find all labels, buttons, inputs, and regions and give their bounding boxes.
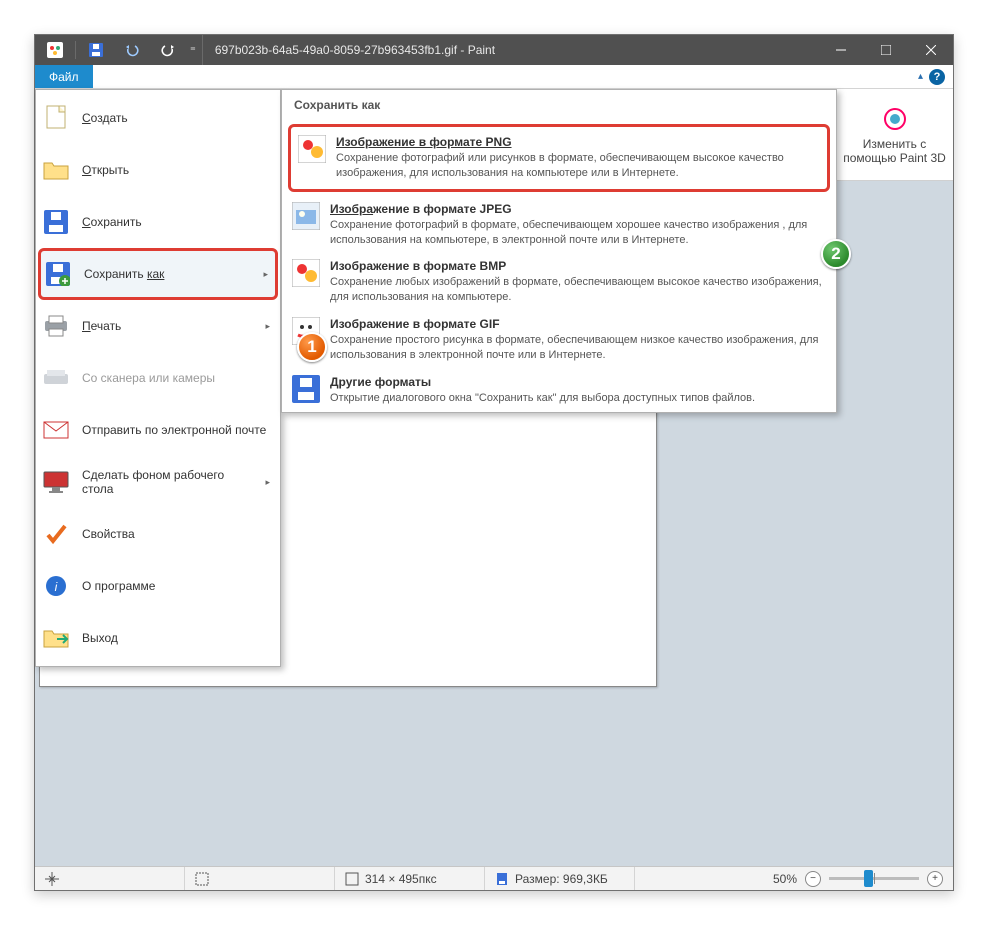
zoom-controls: 50% − + [763,871,953,887]
menu-scanner: Со сканера или камеры [36,352,280,404]
file-tab[interactable]: Файл [35,65,93,88]
menu-open[interactable]: Открыть [36,144,280,196]
format-jpeg-title-underline: Изобра [330,202,373,216]
menu-save[interactable]: Сохранить [36,196,280,248]
format-bmp[interactable]: Изображение в формате BMPСохранение любы… [282,253,836,311]
collapse-ribbon-icon[interactable]: ▴ [918,71,923,82]
png-icon [298,135,326,163]
paint3d-label2: помощью Paint 3D [843,151,946,165]
submenu-arrow-icon: ▸ [265,477,270,488]
save-icon[interactable] [86,40,106,60]
quick-access-toolbar: ⁼ [35,35,203,65]
file-menu: Создать Открыть Сохранить Сохранить как▸… [35,89,281,667]
format-jpeg[interactable]: Изображение в формате JPEGСохранение фот… [282,196,836,254]
printer-icon [42,312,70,340]
format-gif[interactable]: Изображение в формате GIFСохранение прос… [282,311,836,369]
email-icon [42,416,70,444]
cursor-position [35,867,185,890]
menu-exit[interactable]: Выход [36,612,280,664]
ribbon-tabbar: Файл ▴ ? [35,65,953,89]
save-floppy-icon [42,208,70,236]
zoom-in-button[interactable]: + [927,871,943,887]
zoom-value: 50% [773,872,797,886]
open-folder-icon [42,156,70,184]
paint-window: ⁼ 697b023b-64a5-49a0-8059-27b963453fb1.g… [34,34,954,891]
menu-about[interactable]: iО программе [36,560,280,612]
format-png[interactable]: Изображение в формате PNGСохранение фото… [288,124,830,192]
svg-text:i: i [55,580,58,594]
jpeg-icon [292,202,320,230]
callout-1: 1 [297,332,327,362]
menu-new[interactable]: Создать [36,92,280,144]
zoom-out-button[interactable]: − [805,871,821,887]
help-icon[interactable]: ? [929,69,945,85]
selection-size [185,867,335,890]
exit-folder-icon [42,624,70,652]
bmp-icon [292,259,320,287]
zoom-slider[interactable] [829,877,919,880]
submenu-arrow-icon: ▸ [265,321,270,332]
save-as-icon [44,260,72,288]
minimize-button[interactable] [818,35,863,65]
qat-more-icon[interactable]: ⁼ [188,44,198,57]
info-icon: i [42,572,70,600]
new-file-icon [42,104,70,132]
format-other[interactable]: Другие форматыОткрытие диалогового окна … [282,369,836,412]
paint-3d-icon [881,105,909,133]
file-size: Размер: 969,3КБ [485,867,635,890]
maximize-button[interactable] [863,35,908,65]
submenu-title: Сохранить как [282,90,836,120]
callout-2: 2 [821,239,851,269]
redo-icon[interactable] [158,40,178,60]
close-button[interactable] [908,35,953,65]
window-title: 697b023b-64a5-49a0-8059-27b963453fb1.gif… [215,43,495,57]
menu-wallpaper[interactable]: Сделать фоном рабочего стола▸ [36,456,280,508]
paint-3d-button[interactable]: Изменить спомощью Paint 3D [835,89,953,181]
window-controls [818,35,953,65]
save-as-submenu: Сохранить как Изображение в формате PNGС… [281,89,837,413]
undo-icon[interactable] [122,40,142,60]
desktop-icon [42,468,70,496]
checkmark-icon [42,520,70,548]
menu-properties[interactable]: Свойства [36,508,280,560]
paint-icon [45,40,65,60]
titlebar[interactable]: ⁼ 697b023b-64a5-49a0-8059-27b963453fb1.g… [35,35,953,65]
paint3d-label1: Изменить с [863,137,926,151]
statusbar: 314 × 495пкс Размер: 969,3КБ 50% − + [35,866,953,890]
submenu-arrow-icon: ▸ [263,269,268,280]
image-dimensions: 314 × 495пкс [335,867,485,890]
scanner-icon [42,364,70,392]
menu-print[interactable]: Печать▸ [36,300,280,352]
menu-email[interactable]: Отправить по электронной почте [36,404,280,456]
other-formats-icon [292,375,320,403]
menu-save-as[interactable]: Сохранить как▸ [38,248,278,300]
